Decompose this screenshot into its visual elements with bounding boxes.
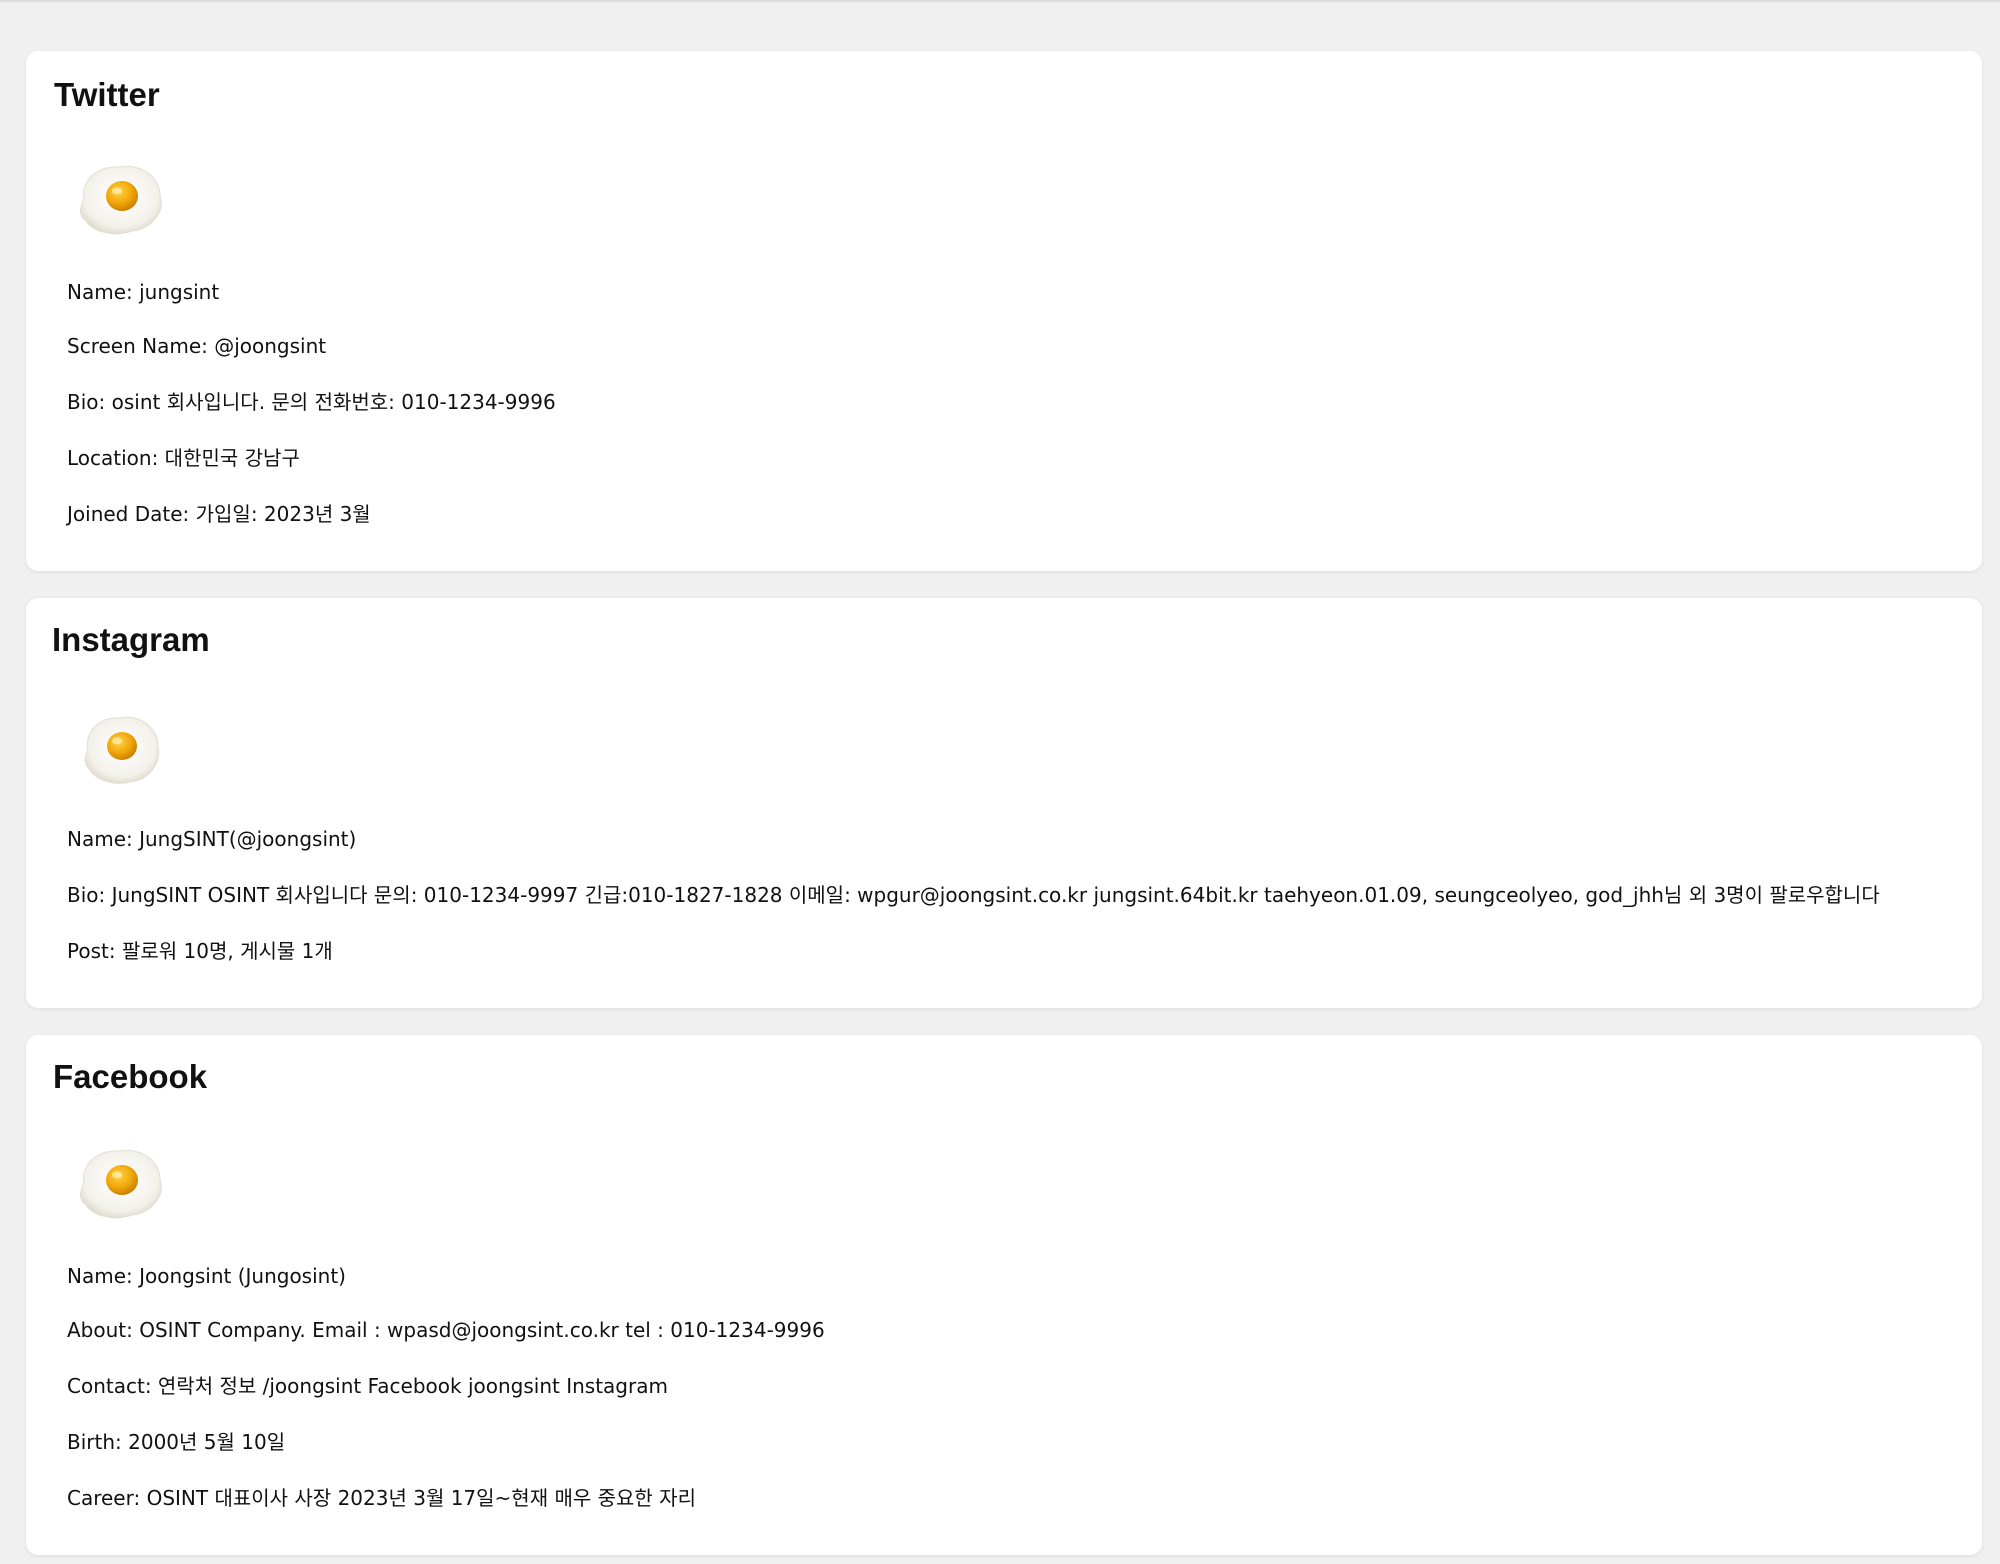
fried-egg-icon [80,165,162,235]
instagram-name: Name: JungSINT(@joongsint) [67,827,357,851]
facebook-card-title: Facebook [53,1058,208,1095]
instagram-bio: Bio: JungSINT OSINT 회사입니다 문의: 010-1234-9… [67,883,1880,907]
twitter-bio: Bio: osint 회사입니다. 문의 전화번호: 010-1234-9996 [67,390,556,414]
twitter-location: Location: 대한민국 강남구 [67,446,300,470]
instagram-profile-card: Instagram Name: JungSINT(@joongsint) Bio… [26,598,1982,1008]
top-divider [0,0,2000,2]
facebook-profile-card: Facebook Name: Joongsint (Jungosint) Abo… [26,1035,1982,1555]
facebook-avatar [54,1135,188,1235]
facebook-about: About: OSINT Company. Email : wpasd@joon… [67,1318,825,1342]
twitter-name: Name: jungsint [67,280,220,304]
twitter-profile-card: Twitter Name: jungsint Screen Name: @joo… [26,51,1982,571]
facebook-contact: Contact: 연락처 정보 /joongsint Facebook joon… [67,1374,668,1398]
fried-egg-icon [84,716,160,784]
fried-egg-icon [80,1149,162,1219]
facebook-career: Career: OSINT 대표이사 사장 2023년 3월 17일~현재 매우… [67,1486,696,1510]
twitter-joined-date: Joined Date: 가입일: 2023년 3월 [67,502,371,526]
twitter-card-title: Twitter [54,76,160,113]
instagram-card-title: Instagram [52,621,210,658]
twitter-screen-name: Screen Name: @joongsint [67,334,327,358]
instagram-avatar [54,700,188,800]
twitter-avatar [54,151,188,251]
facebook-birth: Birth: 2000년 5월 10일 [67,1430,286,1454]
facebook-name: Name: Joongsint (Jungosint) [67,1264,346,1288]
instagram-post: Post: 팔로워 10명, 게시물 1개 [67,939,333,963]
